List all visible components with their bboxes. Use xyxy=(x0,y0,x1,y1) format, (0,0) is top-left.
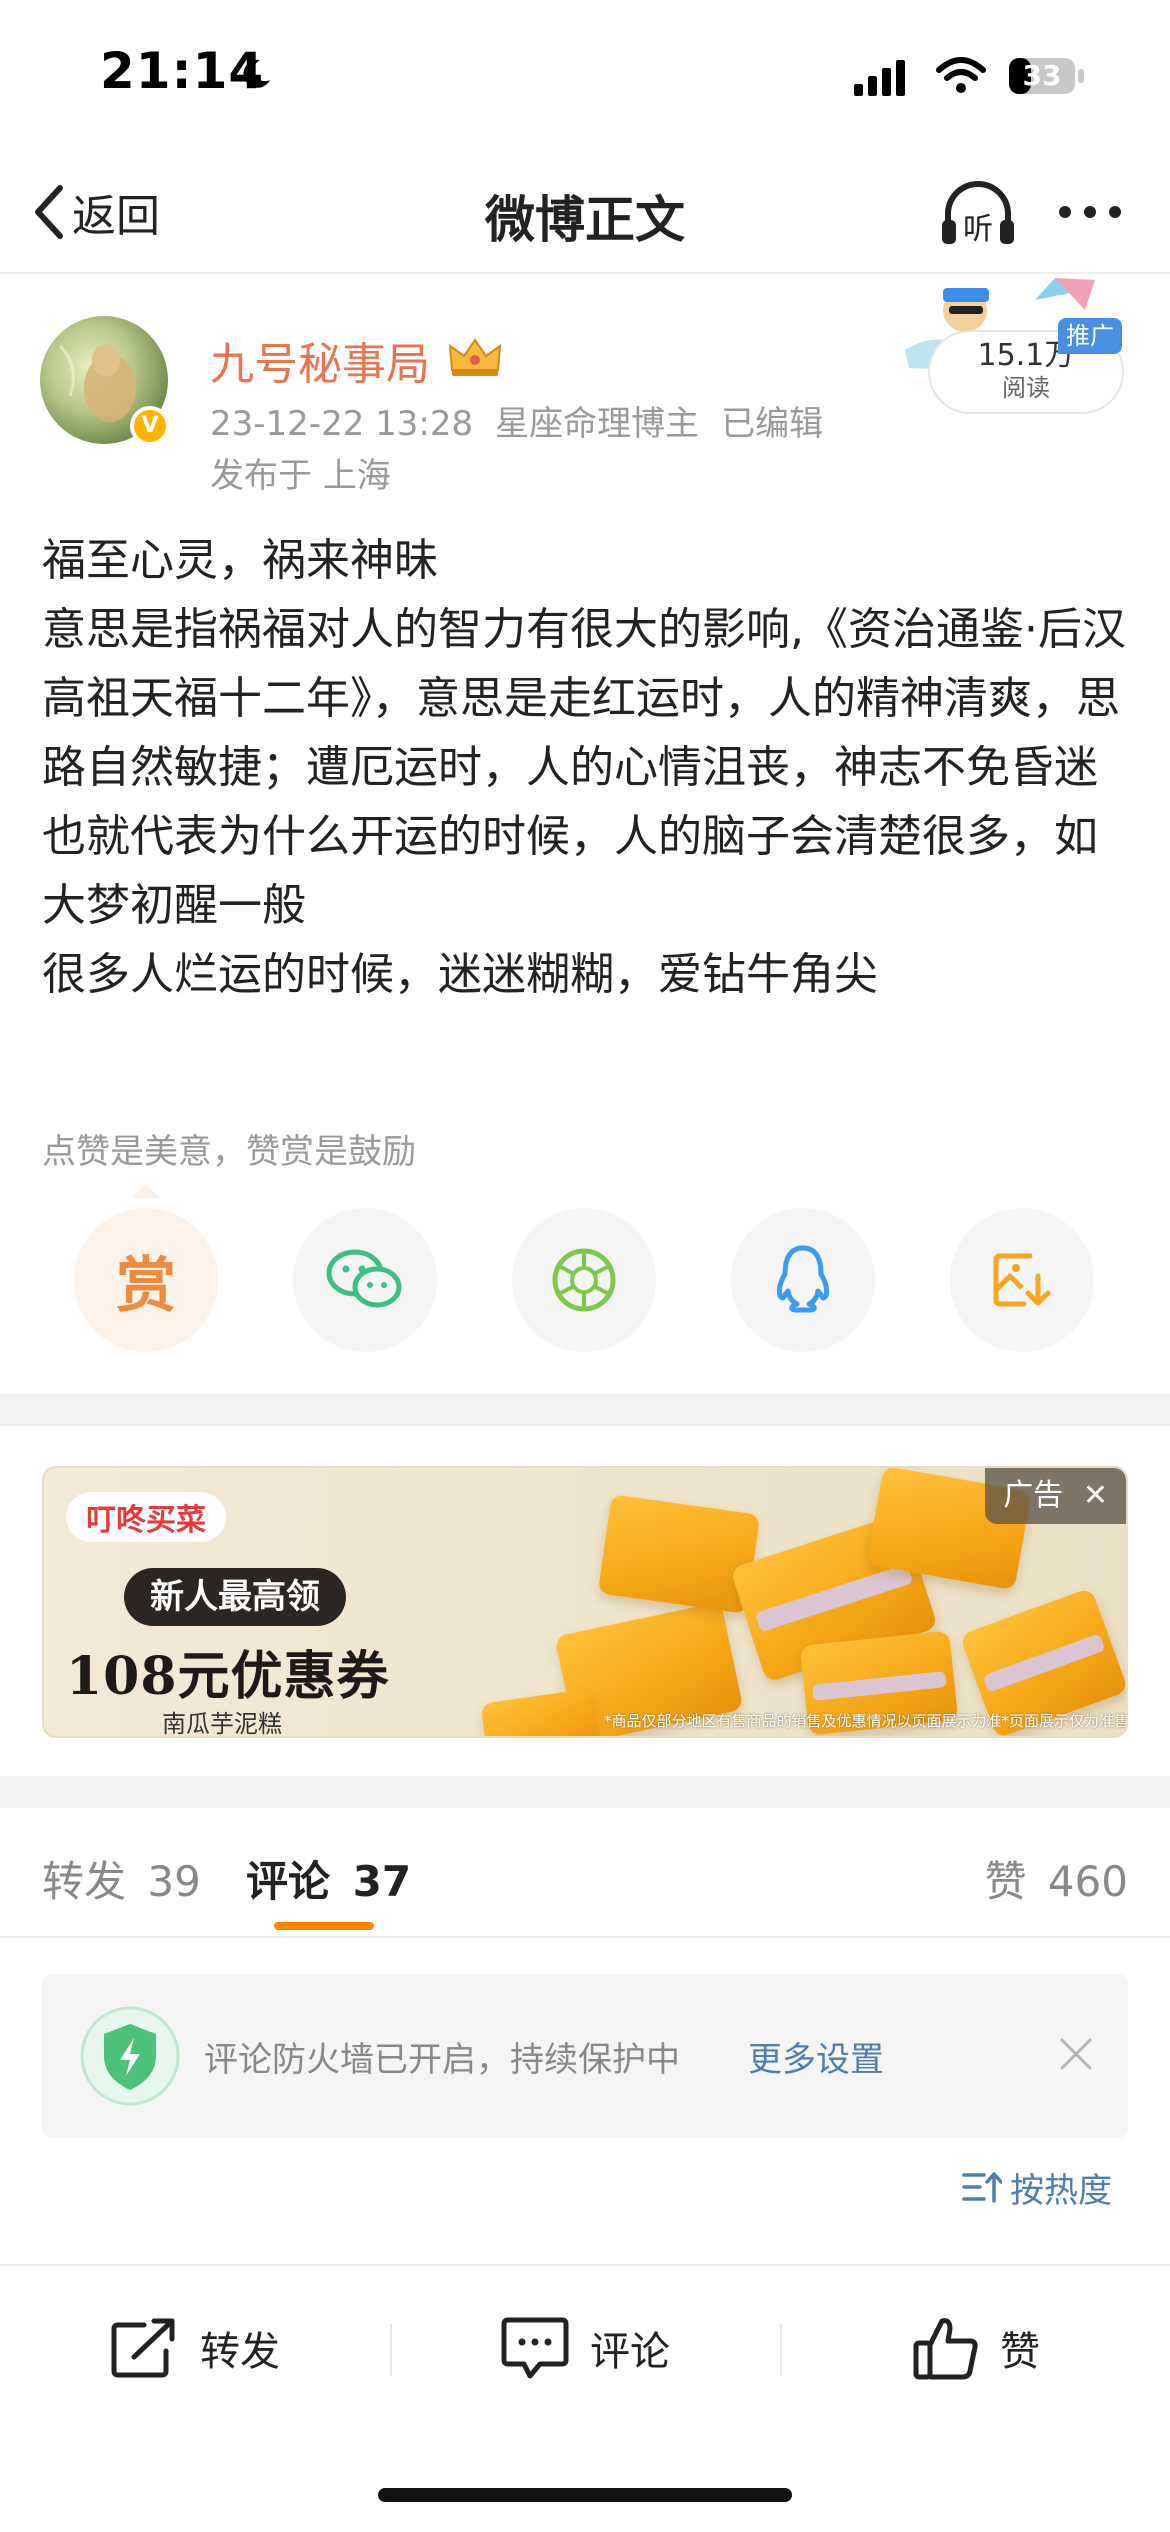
ad-cake-image xyxy=(480,1688,598,1736)
author-tag: 星座命理博主 xyxy=(495,404,700,444)
author-name[interactable]: 九号秘事局 xyxy=(210,328,430,392)
sort-by-hot-button[interactable]: 按热度 xyxy=(962,2162,1112,2212)
tab-reposts-count: 39 xyxy=(147,1857,201,1906)
thumbs-up-icon xyxy=(913,2318,978,2380)
cellular-signal-icon xyxy=(854,60,905,96)
listen-label: 听 xyxy=(963,212,993,247)
ad-label: 广告 xyxy=(1003,1478,1064,1513)
save-image-button[interactable] xyxy=(950,1208,1094,1352)
shield-icon xyxy=(80,2006,180,2106)
ad-banner[interactable]: 叮咚买菜 新人最高领 108元优惠券 南瓜芋泥糕 *商品仅部分地区有售商品的销售… xyxy=(42,1466,1128,1738)
save-image-icon xyxy=(993,1253,1051,1307)
post-line: 也就代表为什么开运的时候，人的脑子会清楚很多，如大梦初醒一般 xyxy=(42,811,1098,931)
home-indicator xyxy=(378,2488,792,2502)
read-count-label: 阅读 xyxy=(1002,374,1050,402)
crown-badge-icon[interactable] xyxy=(446,334,504,378)
comment-firewall-notice: 评论防火墙已开启，持续保护中 更多设置 xyxy=(42,1974,1128,2138)
close-icon[interactable] xyxy=(1058,2036,1094,2072)
status-bar: 21:14 33 xyxy=(0,0,1170,150)
tab-likes-label: 赞 xyxy=(984,1857,1027,1906)
tab-reposts-label: 转发 xyxy=(42,1857,127,1906)
firewall-status-text: 评论防火墙已开启，持续保护中 xyxy=(204,2040,680,2080)
repost-label: 转发 xyxy=(200,2329,280,2375)
post-location: 发布于 上海 xyxy=(210,456,391,496)
battery-level: 33 xyxy=(1022,59,1062,92)
comment-button[interactable]: 评论 xyxy=(500,2316,670,2380)
like-label: 赞 xyxy=(1000,2329,1040,2375)
tab-likes-count: 460 xyxy=(1047,1857,1128,1906)
post-line: 很多人烂运的时候，迷迷糊糊，爱钻牛角尖 xyxy=(42,949,878,1000)
tab-comments-label: 评论 xyxy=(246,1857,331,1906)
divider xyxy=(780,2324,782,2376)
share-row: 赏 xyxy=(74,1208,1094,1352)
more-icon[interactable] xyxy=(1055,190,1125,234)
section-divider xyxy=(0,1394,1170,1426)
support-tip: 点赞是美意，赞赏是鼓励 xyxy=(42,1132,416,1172)
more-settings-link[interactable]: 更多设置 xyxy=(748,2032,884,2081)
reward-button[interactable]: 赏 xyxy=(74,1208,218,1352)
share-qq-button[interactable] xyxy=(731,1208,875,1352)
share-moments-button[interactable] xyxy=(512,1208,656,1352)
active-tab-indicator xyxy=(274,1922,374,1930)
wifi-icon xyxy=(936,57,986,93)
edited-label[interactable]: 已编辑 xyxy=(721,404,823,444)
post-meta: 23-12-22 13:28 星座命理博主 已编辑 xyxy=(210,396,845,445)
bottom-action-bar: 转发 评论 赞 xyxy=(0,2264,1170,2424)
comment-label: 评论 xyxy=(590,2329,670,2375)
battery-icon: 33 xyxy=(1008,56,1088,96)
tab-comments-count: 37 xyxy=(352,1857,412,1906)
ad-subtitle: 南瓜芋泥糕 xyxy=(162,1710,282,1738)
qq-icon xyxy=(776,1245,830,1313)
ad-cake-image xyxy=(597,1494,761,1614)
tab-comments[interactable]: 评论 37 xyxy=(246,1848,411,1909)
share-wechat-button[interactable] xyxy=(293,1208,437,1352)
ad-pill: 新人最高领 xyxy=(124,1568,346,1626)
section-divider xyxy=(0,1776,1170,1808)
divider xyxy=(390,2324,392,2376)
repost-icon xyxy=(111,2318,175,2378)
tab-reposts[interactable]: 转发 39 xyxy=(42,1848,201,1909)
tip-arrow-icon xyxy=(132,1184,160,1198)
post-date: 23-12-22 13:28 xyxy=(210,404,474,444)
sort-label: 按热度 xyxy=(1010,2170,1112,2211)
ad-disclaimer: *商品仅部分地区有售商品的销售及优惠情况以页面展示为准*页面展示仅为准售完即止 xyxy=(604,1712,1128,1730)
repost-button[interactable]: 转发 xyxy=(110,2316,280,2380)
listen-button[interactable]: 听 xyxy=(938,176,1018,248)
tab-likes[interactable]: 赞 460 xyxy=(984,1848,1128,1909)
like-button[interactable]: 赞 xyxy=(912,2316,1040,2380)
sort-icon xyxy=(962,2172,1002,2203)
moon-icon xyxy=(243,59,270,88)
post-line: 福至心灵，祸来神昧 xyxy=(42,535,438,586)
promote-badge[interactable]: 推广 xyxy=(1058,318,1122,354)
post-line: 意思是指祸福对人的智力有很大的影响,《资治通鉴·后汉高祖天福十二年》，意思是走红… xyxy=(42,604,1126,793)
comment-icon xyxy=(501,2317,569,2379)
close-icon: ✕ xyxy=(1082,1478,1108,1513)
moments-icon xyxy=(552,1248,616,1312)
ad-brand-text: 叮咚买菜 xyxy=(86,1503,206,1538)
reward-icon: 赏 xyxy=(116,1250,176,1321)
ad-close-button[interactable]: 广告 ✕ xyxy=(985,1468,1126,1524)
wechat-icon xyxy=(326,1249,402,1308)
nav-bar: 返回 微博正文 听 xyxy=(0,150,1170,274)
interaction-tabs: 转发 39 评论 37 赞 460 xyxy=(0,1808,1170,1938)
ad-headline: 108元优惠券 xyxy=(66,1646,390,1707)
verified-badge-icon: V xyxy=(130,406,170,446)
ad-brand-logo: 叮咚买菜 xyxy=(66,1492,226,1542)
post-content: 福至心灵，祸来神昧 意思是指祸福对人的智力有很大的影响,《资治通鉴·后汉高祖天福… xyxy=(42,526,1132,1009)
